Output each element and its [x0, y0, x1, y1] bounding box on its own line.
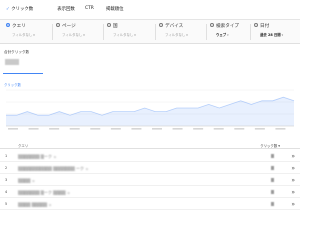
x-tick-label-redacted [28, 128, 39, 130]
x-tick-label-redacted [172, 128, 183, 130]
divider [155, 24, 156, 40]
query-table-header: クエリ クリック数 ▾ [0, 140, 300, 149]
radio-selected-icon [6, 23, 10, 28]
column-header-clicks[interactable]: クリック数 ▾ [260, 143, 280, 148]
chevron-right-icon[interactable]: » [291, 177, 295, 184]
dimension-filter-bar: クエリ フィルタなし▾ ページ フィルタなし▾ 国 フィルタなし▾ デバイス フ… [0, 20, 300, 44]
chevron-down-icon: ▾ [134, 33, 136, 37]
chevron-down-icon: ▾ [227, 33, 229, 37]
filter-search-type[interactable]: 検索タイプ ウェブ▾ [210, 23, 239, 41]
x-tick-label-redacted [90, 128, 101, 130]
clicks-value-redacted [271, 202, 274, 206]
chevron-down-icon: ▾ [83, 33, 85, 37]
query-text-redacted: ▒▒▒▒ ▒▒▒▒▒ ⧉ [18, 201, 52, 207]
divider [103, 24, 104, 40]
chevron-down-icon: ▾ [33, 33, 35, 37]
chevron-right-icon[interactable]: » [291, 153, 295, 160]
filter-date[interactable]: 日付 過去 28 日間▾ [254, 23, 283, 41]
x-tick-label-redacted [152, 128, 162, 130]
filter-page[interactable]: ページ フィルタなし▾ [56, 23, 85, 41]
divider [206, 24, 207, 40]
chevron-right-icon[interactable]: » [291, 189, 295, 196]
table-row[interactable]: 1 ▒▒▒▒▒▒▒ ▒ーク ⧉ » [0, 150, 300, 162]
filter-device[interactable]: デバイス フィルタなし▾ [159, 23, 188, 41]
chevron-down-icon: ▾ [281, 33, 284, 37]
clicks-area [6, 97, 294, 126]
x-tick-label-redacted [234, 128, 245, 130]
metric-position-toggle[interactable]: 掲載順位 [106, 6, 124, 12]
radio-icon [107, 23, 111, 28]
metric-ctr-toggle[interactable]: CTR [85, 6, 94, 11]
radio-icon [56, 23, 60, 28]
x-tick-label-redacted [193, 128, 204, 130]
clicks-value-redacted [271, 154, 274, 158]
x-tick-label-redacted [254, 128, 265, 130]
total-clicks-value-redacted [5, 59, 19, 65]
table-row[interactable]: 3 ▒▒▒▒ ⧉ » [0, 174, 300, 186]
clicks-value-redacted [271, 190, 274, 194]
metric-toggle-bar: ✓ クリック数 ✓ 表示回数 CTR 掲載順位 [0, 0, 300, 20]
x-tick-label-redacted [213, 128, 224, 130]
query-text-redacted: ▒▒▒▒▒▒▒ ▒ーク ▒▒▒▒ ⧉ [18, 189, 70, 195]
query-text-redacted: ▒▒▒▒▒▒▒ ▒ーク ⧉ [18, 153, 57, 159]
query-text-redacted: ▒▒▒▒ ⧉ [18, 177, 35, 183]
divider [250, 24, 251, 40]
x-tick-label-redacted [131, 128, 142, 130]
x-tick-label-redacted [8, 128, 18, 130]
chart-title: クリック数 [4, 83, 21, 87]
radio-icon [210, 23, 214, 28]
query-text-redacted: ▒▒▒▒▒▒▒▒▒▒▒ ▒▒▒▒▒▒▒ ーク ⧉ [18, 165, 89, 171]
table-row[interactable]: 2 ▒▒▒▒▒▒▒▒▒▒▒ ▒▒▒▒▒▒▒ ーク ⧉ » [0, 162, 300, 174]
column-header-query[interactable]: クエリ [18, 143, 28, 148]
x-tick-label-redacted [49, 128, 60, 130]
clicks-value-redacted [271, 166, 274, 170]
radio-icon [254, 23, 258, 28]
table-row[interactable]: 5 ▒▒▒▒ ▒▒▒▒▒ ⧉ » [0, 198, 300, 210]
external-link-icon[interactable]: ⧉ [32, 179, 34, 183]
check-icon: ✓ [6, 7, 10, 12]
check-icon: ✓ [52, 7, 56, 12]
metric-clicks-toggle[interactable]: ✓ クリック数 [6, 6, 33, 12]
chevron-down-icon: ▾ [186, 33, 188, 37]
filter-query[interactable]: クエリ フィルタなし▾ [6, 23, 35, 41]
clicks-value-redacted [271, 178, 274, 182]
total-clicks-label: 合計クリック数 [4, 50, 30, 54]
external-link-icon[interactable]: ⧉ [54, 155, 56, 159]
external-link-icon[interactable]: ⧉ [49, 203, 51, 207]
clicks-chart-svg [6, 89, 295, 130]
table-row[interactable]: 4 ▒▒▒▒▒▒▒ ▒ーク ▒▒▒▒ ⧉ » [0, 186, 300, 198]
metric-impressions-toggle[interactable]: ✓ 表示回数 [52, 6, 75, 12]
x-tick-label-redacted [275, 128, 286, 130]
external-link-icon[interactable]: ⧉ [86, 167, 88, 171]
clicks-chart: クリック数 [0, 78, 300, 132]
chevron-right-icon[interactable]: » [291, 201, 295, 208]
radio-icon [159, 23, 163, 28]
chevron-right-icon[interactable]: » [291, 165, 295, 172]
external-link-icon[interactable]: ⧉ [67, 191, 69, 195]
filter-country[interactable]: 国 フィルタなし▾ [107, 23, 136, 41]
total-clicks-card[interactable]: 合計クリック数 [3, 48, 43, 74]
x-tick-label-redacted [69, 128, 80, 130]
x-tick-label-redacted [110, 128, 121, 130]
divider [52, 24, 53, 40]
